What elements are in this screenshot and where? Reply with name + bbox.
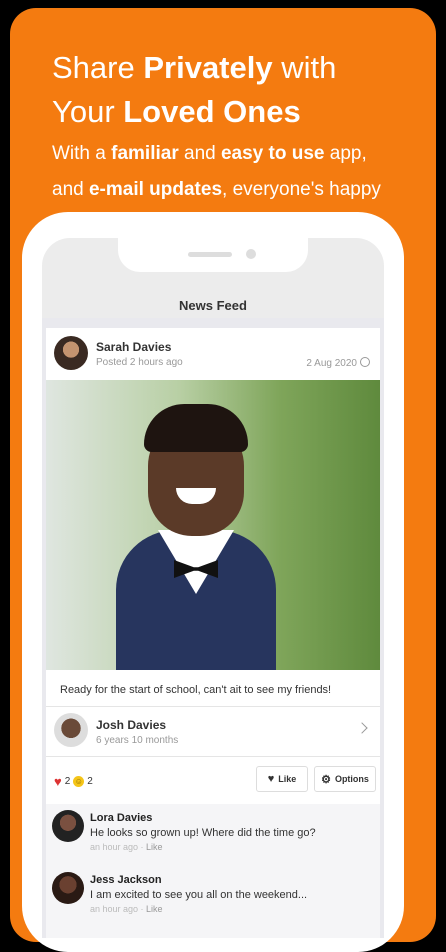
divider (46, 706, 380, 707)
child-age: 6 years 10 months (96, 735, 179, 746)
child-name[interactable]: Josh Davies (96, 718, 166, 732)
comment-meta: an hour ago · Like (90, 842, 163, 852)
options-button[interactable]: ⚙ Options (314, 766, 376, 792)
heart-count: 2 (64, 776, 71, 787)
child-avatar[interactable] (54, 713, 88, 747)
comment-like-link[interactable]: Like (146, 904, 163, 914)
heart-icon: ♥ (267, 773, 275, 785)
post-date: 2 Aug 2020 (306, 357, 370, 369)
post-card: Sarah Davies Posted 2 hours ago 2 Aug 20… (46, 328, 380, 938)
phone-notch (118, 238, 308, 272)
speaker-icon (188, 252, 232, 257)
comment-meta: an hour ago · Like (90, 904, 163, 914)
clock-icon (360, 357, 370, 367)
comment-text: He looks so grown up! Where did the time… (90, 827, 316, 839)
post-time: Posted 2 hours ago (96, 357, 183, 368)
post-caption: Ready for the start of school, can't ait… (60, 684, 332, 696)
page-title: News Feed (179, 298, 247, 313)
camera-icon (246, 249, 256, 259)
comment-like-link[interactable]: Like (146, 842, 163, 852)
like-button[interactable]: ♥ Like (256, 766, 308, 792)
smiley-icon: ☺ (73, 776, 85, 787)
status-bar: News Feed (42, 238, 384, 318)
comment-author[interactable]: Lora Davies (90, 812, 152, 824)
headline: Share Privately with Your Loved Ones (52, 50, 337, 129)
commenter-avatar[interactable] (52, 810, 84, 842)
comments-section: Lora Davies He looks so grown up! Where … (46, 804, 380, 938)
reaction-summary[interactable]: ♥ 2 ☺ 2 (54, 774, 93, 789)
post-photo[interactable] (46, 380, 380, 670)
subheadline: With a familiar and easy to use app, and… (52, 143, 381, 200)
photo-hair (144, 404, 248, 452)
smile-count: 2 (87, 776, 93, 787)
phone-screen: News Feed Sarah Davies Posted 2 hours ag… (42, 238, 384, 938)
chevron-right-icon[interactable] (356, 722, 368, 734)
author-avatar[interactable] (54, 336, 88, 370)
comment-author[interactable]: Jess Jackson (90, 874, 162, 886)
commenter-avatar[interactable] (52, 872, 84, 904)
heart-icon: ♥ (54, 774, 62, 789)
gear-icon: ⚙ (321, 773, 331, 786)
divider (46, 756, 380, 757)
comment-text: I am excited to see you all on the weeke… (90, 889, 308, 901)
post-author[interactable]: Sarah Davies (96, 340, 171, 354)
